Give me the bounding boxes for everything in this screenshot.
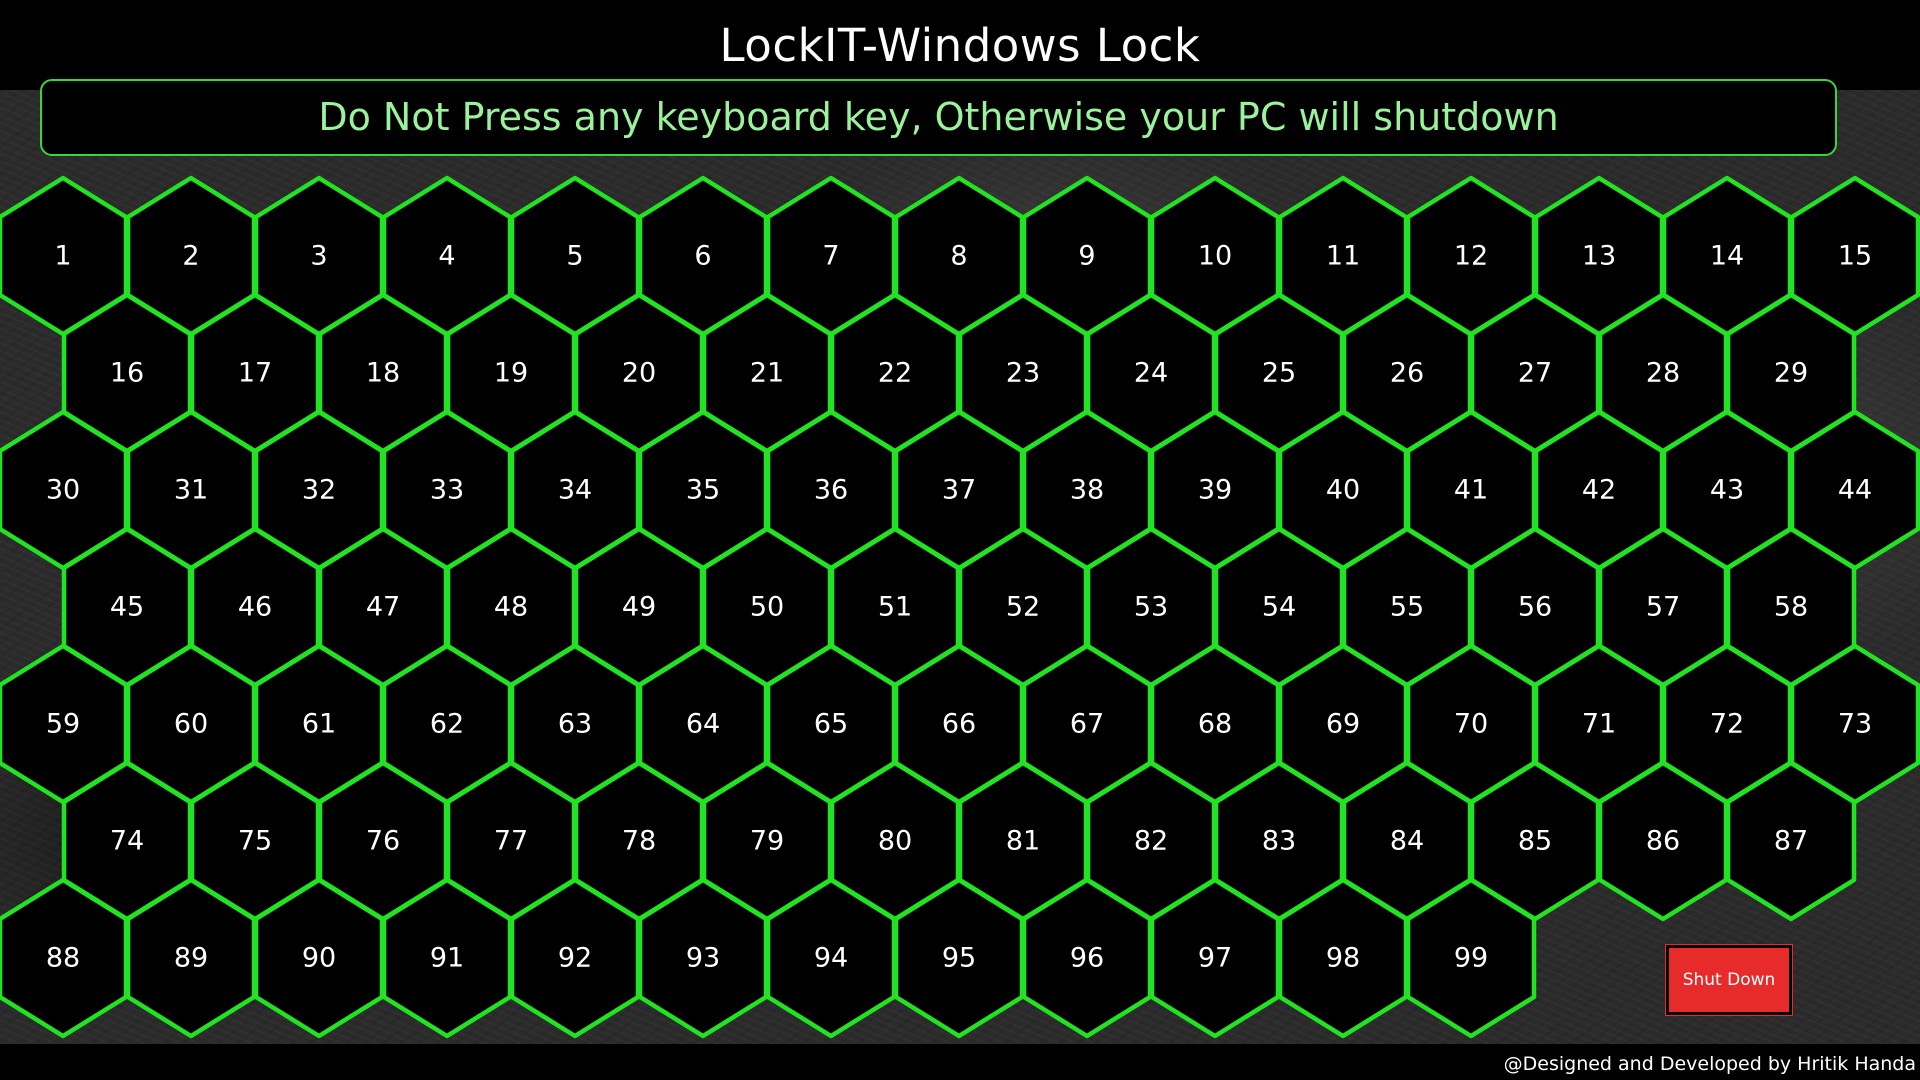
footer: @Designed and Developed by Hritik Handa [0,1044,1920,1080]
credits-text: @Designed and Developed by Hritik Handa [1503,1053,1916,1075]
warning-text: Do Not Press any keyboard key, Otherwise… [318,95,1559,139]
app-title: LockIT-Windows Lock [719,19,1201,72]
shutdown-button[interactable]: Shut Down [1665,944,1793,1016]
warning-banner: Do Not Press any keyboard key, Otherwise… [40,79,1837,156]
title-bar: LockIT-Windows Lock [0,0,1920,90]
number-keypad: 1 2 3 4 5 6 7 8 9 10 11 12 13 14 1516 17 18 19 20 21 22 23 24 2… [0,175,1920,1039]
lock-screen: LockIT-Windows Lock 1 2 3 4 5 6 7 8 9 10 11 12 13 14 1… [0,0,1920,1080]
